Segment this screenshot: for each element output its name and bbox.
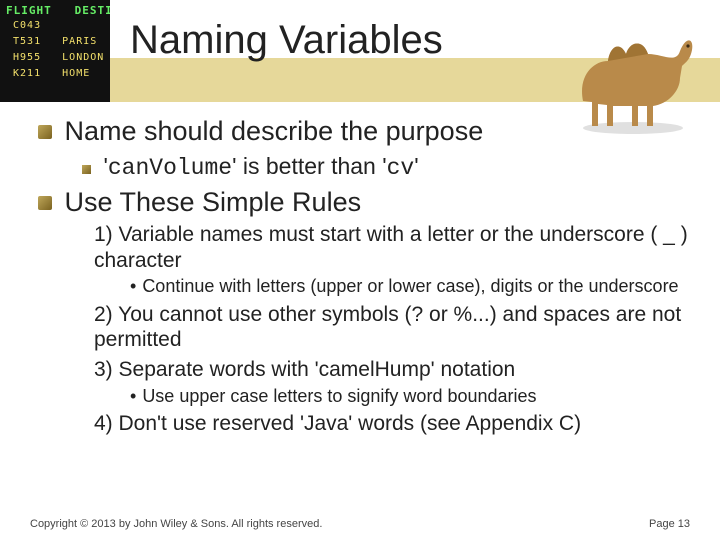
square-bullet-icon: [82, 165, 91, 174]
code-text: canVolume: [108, 155, 232, 181]
disc-bullet-icon: •: [130, 276, 136, 296]
page-number: Page 13: [649, 518, 690, 530]
rule-subtext: Continue with letters (upper or lower ca…: [142, 276, 678, 296]
square-bullet-icon: [38, 125, 52, 139]
bullet-text: 'canVolume' is better than 'cv': [103, 153, 418, 179]
disc-bullet-icon: •: [130, 386, 136, 406]
board-row: K211 HOME: [6, 68, 90, 79]
copyright-text: Copyright © 2013 by John Wiley & Sons. A…: [30, 518, 322, 530]
footer: Copyright © 2013 by John Wiley & Sons. A…: [30, 518, 690, 530]
rule-item: 3) Separate words with 'camelHump' notat…: [94, 357, 690, 383]
rule-subitem: • Continue with letters (upper or lower c…: [130, 276, 690, 298]
bullet-text: Use These Simple Rules: [64, 187, 361, 217]
bullet-text: Name should describe the purpose: [64, 116, 483, 146]
rule-subitem: • Use upper case letters to signify word …: [130, 386, 690, 408]
rule-item: 1) Variable names must start with a lett…: [94, 222, 690, 273]
flight-board-art: FLIGHT DESTINA C043 T531 PARIS H955 LOND…: [0, 0, 110, 102]
rule-item: 4) Don't use reserved 'Java' words (see …: [94, 411, 690, 437]
bullet-lvl2: 'canVolume' is better than 'cv': [82, 153, 690, 181]
camel-image: [568, 6, 698, 136]
slide: FLIGHT DESTINA C043 T531 PARIS H955 LOND…: [0, 0, 720, 540]
code-text: cv: [387, 155, 415, 181]
page-title: Naming Variables: [130, 18, 443, 63]
text: ' is better than ': [232, 153, 387, 179]
bullet-lvl1: Use These Simple Rules: [38, 187, 690, 218]
board-row: C043: [6, 20, 62, 31]
board-row: T531 PARIS: [6, 36, 97, 47]
text: ': [414, 153, 418, 179]
content: Name should describe the purpose ' canVol…: [38, 110, 690, 439]
board-row: H955 LONDON: [6, 52, 104, 63]
square-bullet-icon: [38, 196, 52, 210]
rule-subtext: Use upper case letters to signify word b…: [142, 386, 536, 406]
rule-item: 2) You cannot use other symbols (? or %.…: [94, 302, 690, 353]
board-header: FLIGHT DESTINA: [6, 4, 110, 17]
